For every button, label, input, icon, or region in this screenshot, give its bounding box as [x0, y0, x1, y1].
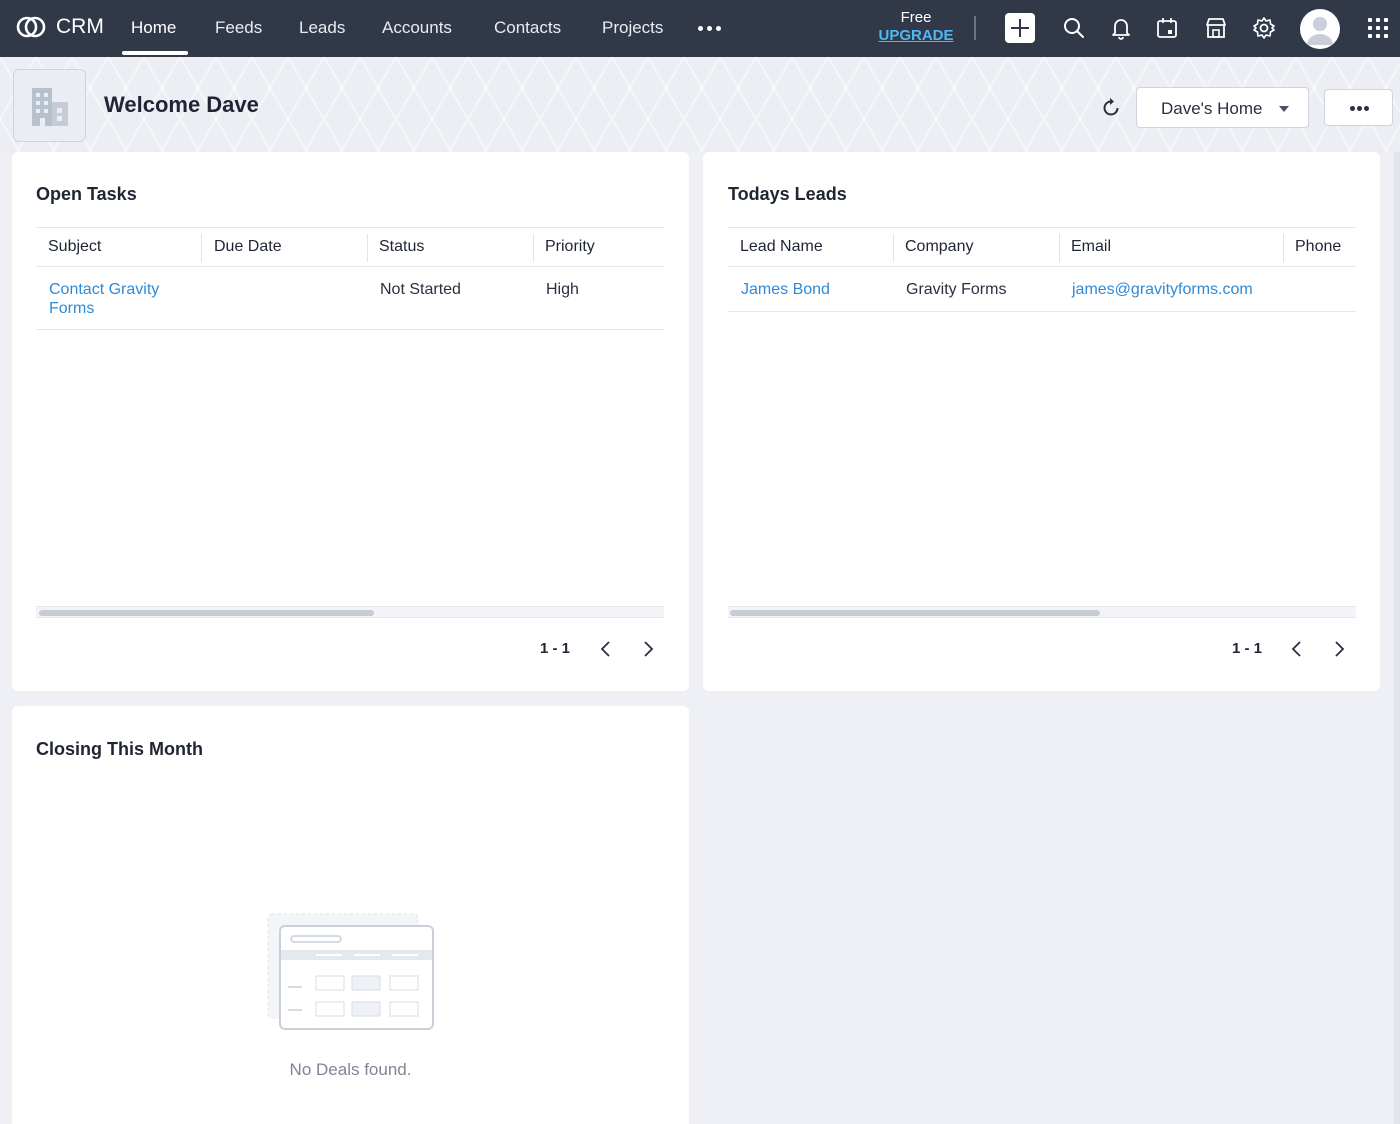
- more-nav-icon[interactable]: [698, 26, 721, 31]
- active-tab-indicator: [122, 51, 188, 55]
- avatar[interactable]: [1300, 9, 1340, 49]
- scrollbar-thumb[interactable]: [39, 610, 374, 616]
- task-priority: High: [546, 281, 579, 298]
- leads-table-header: Lead Name Company Email Phone: [728, 227, 1356, 267]
- column-header-status[interactable]: Status: [379, 228, 424, 266]
- upgrade-link[interactable]: UPGRADE: [870, 27, 962, 45]
- empty-state-message: No Deals found.: [289, 1060, 412, 1079]
- building-icon: [32, 88, 68, 126]
- more-options-button[interactable]: [1324, 89, 1393, 126]
- column-header-subject[interactable]: Subject: [48, 228, 101, 266]
- marketplace-icon[interactable]: [1203, 15, 1229, 41]
- closing-this-month-card: Closing This Month No Deals found.: [12, 706, 689, 1124]
- row-divider: [728, 311, 1356, 312]
- column-header-priority[interactable]: Priority: [545, 228, 595, 266]
- todays-leads-card: Todays Leads Lead Name Company Email Pho…: [703, 152, 1380, 691]
- crm-logo-icon: [16, 16, 46, 38]
- top-navigation-bar: CRM Home Feeds Leads Accounts Contacts P…: [0, 0, 1400, 57]
- home-view-label: Dave's Home: [1161, 99, 1263, 118]
- divider: [974, 16, 976, 40]
- user-avatar-icon: [1307, 17, 1333, 45]
- closing-this-month-title: Closing This Month: [36, 739, 203, 759]
- page-vertical-scrollbar[interactable]: [1394, 152, 1400, 1124]
- chevron-left-icon[interactable]: [596, 639, 616, 659]
- task-subject-line-2: Forms: [49, 300, 95, 317]
- horizontal-scrollbar[interactable]: [728, 606, 1356, 618]
- todays-leads-title: Todays Leads: [728, 184, 847, 204]
- task-status: Not Started: [380, 281, 461, 298]
- apps-grid-icon[interactable]: [1368, 18, 1388, 38]
- open-tasks-card: Open Tasks Subject Due Date Status Prior…: [12, 152, 689, 691]
- crm-logo[interactable]: CRM: [16, 14, 104, 40]
- task-subject-line-1: Contact Gravity: [49, 281, 160, 298]
- create-plus-icon[interactable]: [1005, 13, 1035, 43]
- calendar-icon[interactable]: [1154, 15, 1180, 41]
- chevron-right-icon[interactable]: [638, 639, 658, 659]
- horizontal-scrollbar[interactable]: [36, 606, 664, 618]
- nav-accounts[interactable]: Accounts: [382, 0, 452, 57]
- nav-contacts[interactable]: Contacts: [494, 0, 561, 57]
- row-divider: [36, 329, 664, 330]
- welcome-title: Welcome Dave: [104, 92, 259, 117]
- pagination-range: 1 - 1: [1232, 640, 1263, 657]
- column-header-due-date[interactable]: Due Date: [214, 228, 282, 266]
- column-header-lead-name[interactable]: Lead Name: [740, 228, 823, 266]
- column-header-company[interactable]: Company: [905, 228, 973, 266]
- plan-label: Free: [900, 9, 932, 26]
- plan-upgrade: Free UPGRADE: [870, 9, 962, 45]
- refresh-icon[interactable]: [1099, 96, 1123, 120]
- search-icon[interactable]: [1061, 15, 1087, 41]
- nav-feeds[interactable]: Feeds: [215, 0, 262, 57]
- nav-home[interactable]: Home: [131, 0, 176, 57]
- column-header-phone[interactable]: Phone: [1295, 228, 1341, 266]
- bell-icon[interactable]: [1108, 15, 1134, 41]
- empty-table-illustration-icon: [267, 913, 434, 1030]
- open-tasks-title: Open Tasks: [36, 184, 137, 204]
- lead-name-link[interactable]: James Bond: [741, 280, 830, 299]
- gear-icon[interactable]: [1251, 15, 1277, 41]
- chevron-left-icon[interactable]: [1287, 639, 1307, 659]
- home-view-select[interactable]: Dave's Home: [1136, 87, 1309, 128]
- organization-logo[interactable]: [13, 69, 86, 142]
- lead-email-link[interactable]: james@gravityforms.com: [1072, 280, 1253, 299]
- chevron-right-icon[interactable]: [1329, 639, 1349, 659]
- app-name: CRM: [56, 15, 104, 38]
- column-header-email[interactable]: Email: [1071, 228, 1111, 266]
- nav-leads[interactable]: Leads: [299, 0, 345, 57]
- task-subject-link[interactable]: Contact Gravity Forms: [49, 280, 159, 318]
- pagination-range: 1 - 1: [540, 640, 571, 657]
- nav-projects[interactable]: Projects: [602, 0, 663, 57]
- chevron-down-icon: [1279, 106, 1289, 112]
- lead-company: Gravity Forms: [906, 281, 1007, 298]
- scrollbar-thumb[interactable]: [730, 610, 1100, 616]
- open-tasks-table-header: Subject Due Date Status Priority: [36, 227, 664, 267]
